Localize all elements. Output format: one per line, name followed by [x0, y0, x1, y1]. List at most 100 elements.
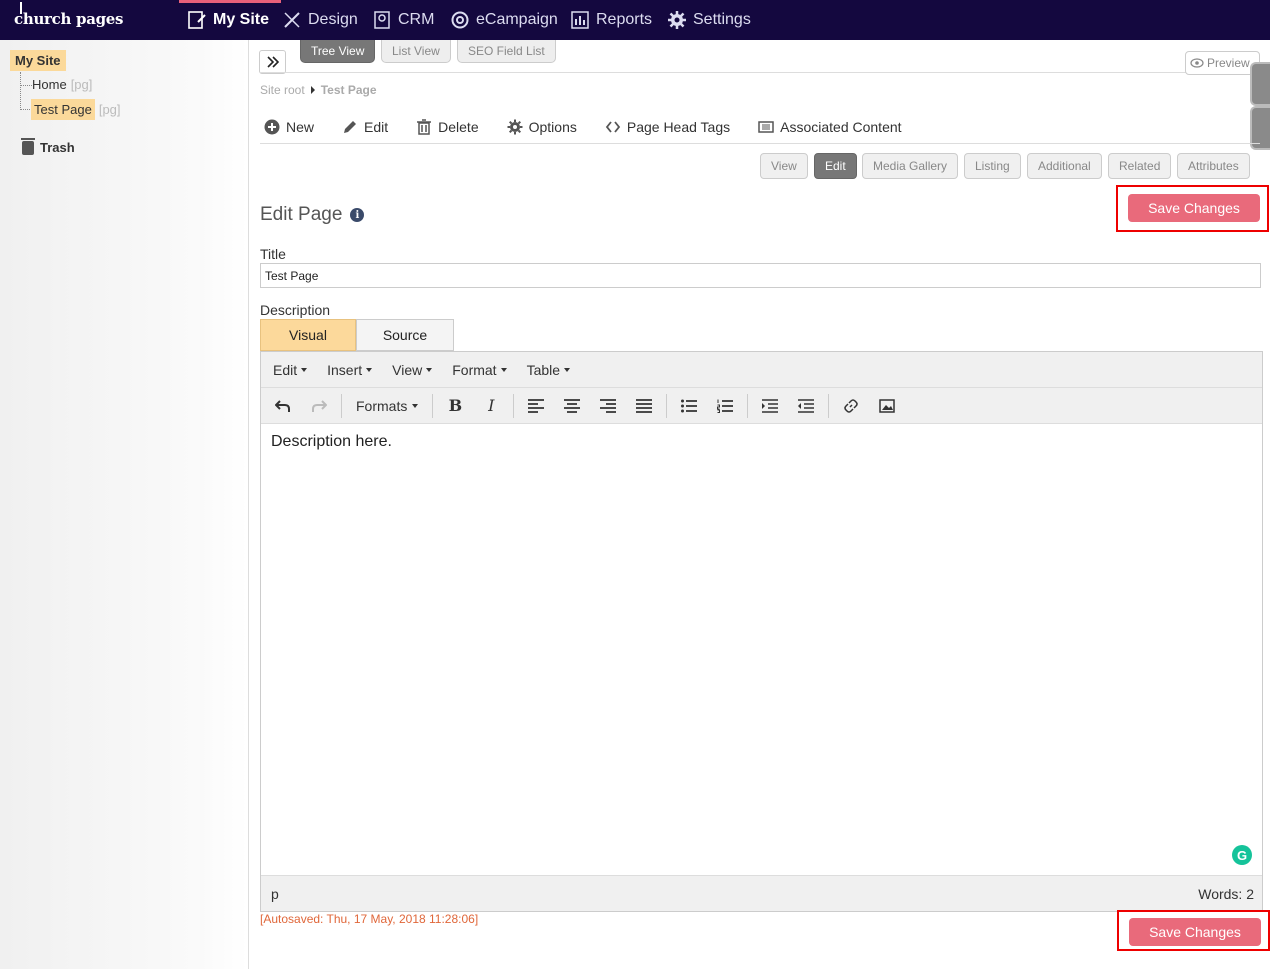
breadcrumb: Site root Test Page	[260, 83, 377, 97]
nav-crm[interactable]: CRM	[372, 0, 434, 40]
bold-icon: B	[448, 396, 463, 415]
toolbar-separator	[666, 393, 668, 418]
tree-connector	[20, 85, 32, 86]
tab-related[interactable]: Related	[1108, 153, 1172, 179]
menu-insert[interactable]: Insert	[317, 362, 382, 378]
insert-link-button[interactable]	[833, 391, 869, 421]
editor-content[interactable]: Description here. G	[261, 425, 1262, 875]
grammarly-icon[interactable]: G	[1232, 845, 1252, 865]
redo-icon	[312, 399, 327, 412]
tab-view[interactable]: View	[760, 153, 808, 179]
word-count: Words: 2	[1198, 885, 1254, 902]
nav-my-site[interactable]: My Site	[178, 0, 282, 40]
nav-ecampaign[interactable]: eCampaign	[450, 0, 558, 40]
gear-icon	[507, 119, 523, 135]
bullet-list-icon	[681, 399, 698, 412]
nav-settings[interactable]: Settings	[667, 0, 751, 40]
align-left-icon	[528, 398, 545, 413]
tab-edit[interactable]: Edit	[814, 153, 857, 179]
rich-text-editor: Edit Insert View Format Table Formats B …	[260, 351, 1263, 912]
undo-icon	[275, 399, 290, 412]
caret-down-icon	[426, 367, 433, 372]
italic-button[interactable]: I	[473, 391, 509, 421]
tab-additional[interactable]: Additional	[1027, 153, 1102, 179]
numbered-list-button[interactable]	[707, 391, 743, 421]
plus-circle-icon	[264, 119, 280, 135]
tab-seo-field-list[interactable]: SEO Field List	[457, 40, 556, 63]
code-brackets-icon	[605, 121, 621, 133]
bar-chart-icon	[571, 11, 589, 29]
undo-button[interactable]	[265, 391, 301, 421]
options-button[interactable]: Options	[503, 114, 591, 140]
outdent-icon	[798, 398, 815, 413]
align-center-button[interactable]	[554, 391, 590, 421]
outdent-button[interactable]	[788, 391, 824, 421]
breadcrumb-site-root[interactable]: Site root	[260, 83, 305, 97]
editor-menubar: Edit Insert View Format Table	[261, 352, 1262, 388]
title-field[interactable]	[260, 263, 1261, 288]
image-icon	[879, 398, 896, 413]
highlight-frame: Save Changes	[1117, 910, 1270, 951]
main-content: Tree View List View SEO Field List Previ…	[250, 40, 1270, 969]
menu-format[interactable]: Format	[442, 362, 516, 378]
info-icon[interactable]: i	[350, 208, 365, 222]
church-pages-logo[interactable]: church pages	[14, 2, 124, 28]
page-title: Edit Page i	[260, 204, 365, 226]
tab-list-view[interactable]: List View	[381, 40, 451, 63]
eye-icon	[1190, 58, 1204, 68]
associated-content-button[interactable]: Associated Content	[754, 114, 915, 140]
editor-toolbar: Formats B I	[261, 388, 1262, 424]
trash-icon	[417, 119, 432, 135]
menu-view[interactable]: View	[382, 362, 442, 378]
page-edit-icon	[188, 11, 206, 29]
insert-image-button[interactable]	[869, 391, 905, 421]
toolbar-separator	[747, 393, 749, 418]
indent-icon	[762, 398, 779, 413]
edit-page-button[interactable]: Edit	[338, 114, 402, 140]
tab-listing[interactable]: Listing	[964, 153, 1021, 179]
side-contact-widget[interactable]	[1250, 62, 1270, 106]
save-changes-button-bottom[interactable]: Save Changes	[1129, 918, 1261, 946]
align-right-button[interactable]	[590, 391, 626, 421]
nav-reports[interactable]: Reports	[570, 0, 652, 40]
new-page-button[interactable]: New	[260, 114, 328, 140]
site-tree-sidebar: My Site Home [pg] Test Page [pg] Trash	[0, 40, 249, 969]
align-justify-button[interactable]	[626, 391, 662, 421]
toolbar-separator	[828, 393, 830, 418]
divider	[260, 72, 1260, 73]
caret-down-icon	[564, 367, 571, 372]
at-sign-icon	[451, 11, 469, 29]
align-left-button[interactable]	[518, 391, 554, 421]
formats-dropdown[interactable]: Formats	[346, 398, 428, 414]
nav-design[interactable]: Design	[282, 0, 358, 40]
preview-button[interactable]: Preview	[1185, 51, 1260, 75]
bullet-list-button[interactable]	[671, 391, 707, 421]
menu-table[interactable]: Table	[517, 362, 580, 378]
tab-media-gallery[interactable]: Media Gallery	[862, 153, 959, 179]
expand-panel-button[interactable]	[259, 50, 286, 74]
italic-icon: I	[488, 396, 495, 415]
tree-item-home[interactable]: Home [pg]	[32, 77, 92, 92]
bold-button[interactable]: B	[437, 391, 473, 421]
page-head-tags-button[interactable]: Page Head Tags	[601, 114, 744, 140]
tab-tree-view[interactable]: Tree View	[300, 40, 376, 63]
toolbar-separator	[341, 393, 342, 418]
menu-edit[interactable]: Edit	[263, 362, 317, 378]
tab-visual[interactable]: Visual	[260, 319, 356, 351]
tree-item-test-page[interactable]: Test Page [pg]	[31, 99, 121, 120]
indent-button[interactable]	[752, 391, 788, 421]
tab-attributes[interactable]: Attributes	[1177, 153, 1250, 179]
align-right-icon	[600, 398, 617, 413]
caret-down-icon	[366, 367, 373, 372]
tree-root-my-site[interactable]: My Site	[10, 50, 66, 71]
pencil-icon	[344, 121, 357, 133]
redo-button[interactable]	[301, 391, 337, 421]
breadcrumb-current: Test Page	[320, 83, 377, 97]
tab-source[interactable]: Source	[356, 319, 454, 351]
tree-item-trash[interactable]: Trash	[21, 137, 75, 155]
delete-page-button[interactable]: Delete	[412, 114, 492, 140]
link-icon	[844, 398, 859, 413]
element-path[interactable]: p	[271, 886, 279, 902]
page-actions-toolbar: New Edit Delete Options Page Head Tags A…	[260, 114, 1260, 144]
save-changes-button-top[interactable]: Save Changes	[1128, 194, 1260, 222]
